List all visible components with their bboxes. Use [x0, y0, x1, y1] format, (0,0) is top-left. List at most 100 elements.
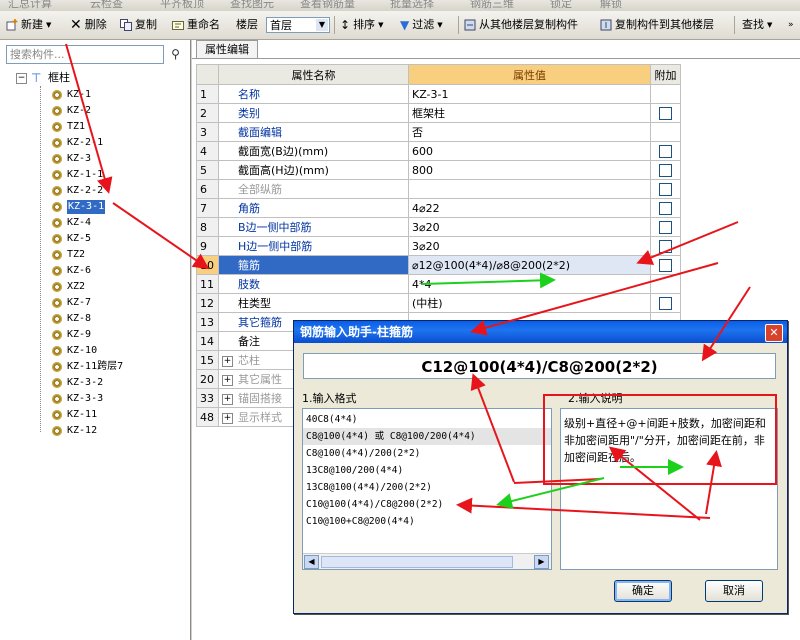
- rebar-3d-button[interactable]: 钢筋三维: [470, 0, 514, 11]
- attach-checkbox[interactable]: [659, 296, 672, 310]
- property-row[interactable]: 9 H边一侧中部筋 3⌀20: [196, 236, 681, 256]
- property-row[interactable]: 8 B边一侧中部筋 3⌀20: [196, 217, 681, 237]
- close-icon[interactable]: ✕: [765, 324, 783, 342]
- format-item[interactable]: C8@100(4*4) 或 C8@100/200(4*4): [303, 428, 551, 445]
- view-rebar-button[interactable]: 查看钢筋量: [300, 0, 355, 11]
- copy-from-floor-button[interactable]: 从其他楼层复制构件: [464, 16, 578, 34]
- tree-item[interactable]: KZ-8: [52, 312, 91, 326]
- property-row[interactable]: 3 截面编辑 否: [196, 122, 681, 142]
- tree-item[interactable]: KZ-11跨层7: [52, 360, 123, 374]
- tree-item[interactable]: KZ-4: [52, 216, 91, 230]
- ok-button[interactable]: 确定: [614, 580, 672, 602]
- scroll-thumb[interactable]: [321, 556, 513, 568]
- copy-button[interactable]: 复制: [120, 16, 157, 34]
- property-value[interactable]: 800: [408, 160, 651, 180]
- batch-select-button[interactable]: 批量选择: [390, 0, 434, 11]
- property-value[interactable]: KZ-3-1: [408, 84, 651, 104]
- tree-item[interactable]: KZ-11: [52, 408, 97, 422]
- property-row[interactable]: 7 角筋 4⌀22: [196, 198, 681, 218]
- expand-icon[interactable]: +: [222, 374, 233, 386]
- property-value[interactable]: 框架柱: [408, 103, 651, 123]
- tree-item[interactable]: KZ-3-2: [52, 376, 103, 390]
- tree-item[interactable]: TZ2: [52, 248, 85, 262]
- property-value[interactable]: 3⌀20: [408, 236, 651, 256]
- property-row[interactable]: 1 名称 KZ-3-1: [196, 84, 681, 104]
- tree-item[interactable]: KZ-1: [52, 88, 91, 102]
- property-row[interactable]: 11 肢数 4*4: [196, 274, 681, 294]
- tree-collapse-icon[interactable]: −: [16, 73, 27, 84]
- expand-icon[interactable]: +: [222, 412, 233, 424]
- cancel-button[interactable]: 取消: [705, 580, 763, 602]
- attach-checkbox[interactable]: [659, 182, 672, 196]
- tree-item[interactable]: KZ-1-1: [52, 168, 103, 182]
- search-icon[interactable]: ⚲: [166, 45, 185, 64]
- tree-item[interactable]: KZ-2-1: [52, 136, 103, 150]
- sort-button[interactable]: ↕ 排序 ▼: [340, 16, 383, 34]
- property-row[interactable]: 5 截面高(H边)(mm) 800: [196, 160, 681, 180]
- format-item[interactable]: 13C8@100(4*4)/200(2*2): [303, 479, 551, 496]
- attach-checkbox[interactable]: [659, 220, 672, 234]
- expand-icon[interactable]: +: [222, 393, 233, 405]
- format-item[interactable]: 40C8(4*4): [303, 411, 551, 428]
- formula-field[interactable]: C12@100(4*4)/C8@200(2*2): [303, 353, 776, 379]
- property-row[interactable]: 6 全部纵筋: [196, 179, 681, 199]
- format-item[interactable]: C10@100+C8@200(4*4): [303, 513, 551, 530]
- property-value[interactable]: 600: [408, 141, 651, 161]
- property-value[interactable]: 3⌀20: [408, 217, 651, 237]
- find-button[interactable]: 查找 ▼: [742, 16, 772, 34]
- tree-item[interactable]: KZ-2-2: [52, 184, 103, 198]
- property-value[interactable]: 否: [408, 122, 651, 142]
- property-value[interactable]: ⌀12@100(4*4)/⌀8@200(2*2): [408, 255, 651, 275]
- lock-button[interactable]: 锁定: [550, 0, 572, 11]
- property-row[interactable]: 12 柱类型 (中柱): [196, 293, 681, 313]
- tree-item[interactable]: XZ2: [52, 280, 85, 294]
- tree-item[interactable]: KZ-9: [52, 328, 91, 342]
- format-listbox[interactable]: 40C8(4*4) C8@100(4*4) 或 C8@100/200(4*4) C8…: [302, 408, 552, 570]
- format-item[interactable]: 13C8@100/200(4*4): [303, 462, 551, 479]
- summary-calc-button[interactable]: 汇总计算: [8, 0, 52, 11]
- attach-checkbox[interactable]: [659, 201, 672, 215]
- tree-root-label[interactable]: 框柱: [48, 71, 70, 85]
- expand-icon[interactable]: +: [222, 355, 233, 367]
- format-item[interactable]: C10@100(4*4)/C8@200(2*2): [303, 496, 551, 513]
- component-search-input[interactable]: 搜索构件...: [6, 45, 164, 64]
- tree-item[interactable]: TZ1: [52, 120, 85, 134]
- find-element-button[interactable]: 查找图元: [230, 0, 274, 11]
- scroll-left-icon[interactable]: ◀: [304, 555, 319, 569]
- tree-item[interactable]: KZ-2: [52, 104, 91, 118]
- attach-checkbox[interactable]: [659, 144, 672, 158]
- property-row[interactable]: 4 截面宽(B边)(mm) 600: [196, 141, 681, 161]
- floor-select[interactable]: 首层 ▼: [266, 17, 330, 33]
- property-row[interactable]: 2 类别 框架柱: [196, 103, 681, 123]
- horizontal-scrollbar[interactable]: ◀ ▶: [303, 553, 551, 569]
- attach-checkbox[interactable]: [659, 106, 672, 120]
- property-row[interactable]: 10 箍筋 ⌀12@100(4*4)/⌀8@200(2*2): [196, 255, 681, 275]
- format-item[interactable]: C8@100(4*4)/200(2*2): [303, 445, 551, 462]
- property-value[interactable]: 4*4: [408, 274, 651, 294]
- tree-item[interactable]: KZ-3-3: [52, 392, 103, 406]
- new-button[interactable]: 新建 ▼: [6, 16, 51, 34]
- tree-item[interactable]: KZ-10: [52, 344, 97, 358]
- property-value[interactable]: [408, 179, 651, 199]
- attach-checkbox[interactable]: [659, 239, 672, 253]
- overflow-icon[interactable]: »: [788, 16, 794, 34]
- tree-item[interactable]: KZ-3: [52, 152, 91, 166]
- scroll-right-icon[interactable]: ▶: [534, 555, 549, 569]
- tree-item[interactable]: KZ-6: [52, 264, 91, 278]
- filter-button[interactable]: ▼ 过滤 ▼: [400, 16, 443, 34]
- delete-button[interactable]: ✕ 删除: [70, 16, 107, 34]
- tab-property-edit[interactable]: 属性编辑: [196, 40, 258, 58]
- tree-item[interactable]: KZ-7: [52, 296, 91, 310]
- copy-to-floor-button[interactable]: 复制构件到其他楼层: [600, 16, 714, 34]
- attach-checkbox[interactable]: [659, 163, 672, 177]
- rename-button[interactable]: 重命名: [172, 16, 220, 34]
- property-value[interactable]: 4⌀22: [408, 198, 651, 218]
- tree-item[interactable]: KZ-12: [52, 424, 97, 438]
- cloud-check-button[interactable]: 云检查: [90, 0, 123, 11]
- unlock-button[interactable]: 解锁: [600, 0, 622, 11]
- property-value[interactable]: (中柱): [408, 293, 651, 313]
- tree-item[interactable]: KZ-5: [52, 232, 91, 246]
- attach-checkbox[interactable]: [659, 258, 672, 272]
- align-slab-top-button[interactable]: 平齐板顶: [160, 0, 204, 11]
- tree-item[interactable]: KZ-3-1: [52, 200, 106, 214]
